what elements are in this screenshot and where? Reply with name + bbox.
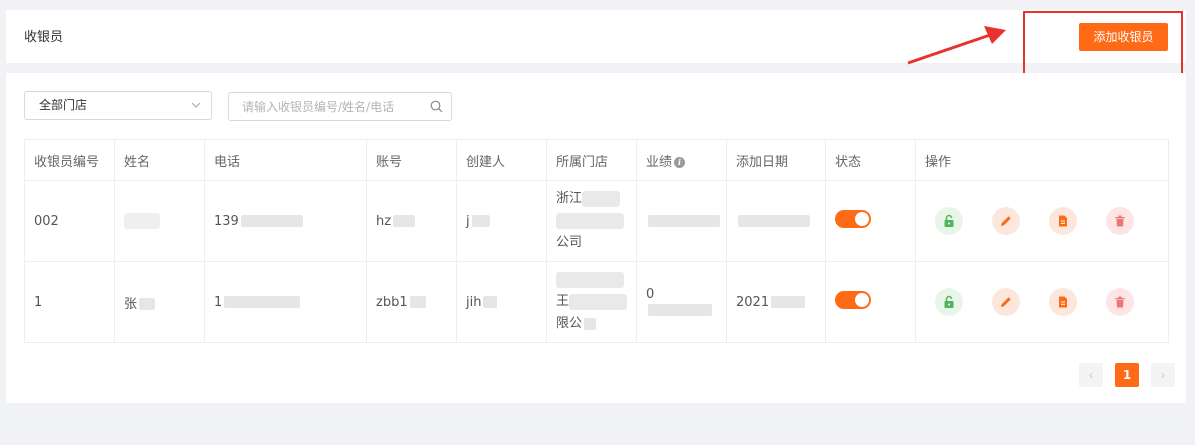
table-row: 1 张 1 zbb1 jih 王 限公 0 2021 bbox=[24, 261, 1169, 343]
store-text: 浙江 bbox=[556, 191, 583, 206]
redacted-mask bbox=[124, 213, 160, 229]
unlock-icon bbox=[944, 295, 954, 308]
creator-text: jih bbox=[466, 294, 482, 310]
document-icon bbox=[1059, 215, 1067, 227]
column-header: 账号 bbox=[366, 139, 457, 181]
cell-id: 002 bbox=[24, 180, 115, 262]
search-icon[interactable] bbox=[430, 100, 443, 113]
detail-button[interactable] bbox=[1049, 207, 1077, 235]
column-header: 添加日期 bbox=[726, 139, 826, 181]
phone-text: 1 bbox=[214, 294, 223, 310]
column-header: 状态 bbox=[825, 139, 916, 181]
cell-phone: 139 bbox=[204, 180, 367, 262]
pencil-icon bbox=[1001, 297, 1011, 307]
cell-name: 张 bbox=[114, 261, 205, 343]
store-filter-select[interactable]: 全部门店 bbox=[24, 91, 212, 120]
redacted-mask bbox=[556, 271, 624, 288]
trash-icon bbox=[1115, 296, 1125, 308]
redacted-mask bbox=[393, 215, 416, 227]
store-text: 公司 bbox=[556, 235, 583, 250]
column-header: 所属门店 bbox=[546, 139, 637, 181]
cell-actions bbox=[915, 261, 1169, 343]
column-header: 电话 bbox=[204, 139, 367, 181]
pagination-next-button[interactable]: › bbox=[1151, 363, 1175, 387]
creator-text: j bbox=[466, 213, 470, 229]
cell-creator: jih bbox=[456, 261, 547, 343]
document-icon bbox=[1059, 296, 1067, 308]
column-header: 操作 bbox=[915, 139, 1169, 181]
unlock-button[interactable] bbox=[935, 207, 963, 235]
cell-actions bbox=[915, 180, 1169, 262]
date-text: 2021 bbox=[736, 294, 770, 310]
redacted-mask bbox=[139, 298, 156, 310]
cell-store: 浙江 公司 bbox=[546, 180, 637, 262]
account-text: hz bbox=[376, 213, 392, 229]
store-filter-value: 全部门店 bbox=[39, 98, 88, 112]
cell-performance: 0 bbox=[636, 261, 727, 343]
name-text: 张 bbox=[124, 296, 138, 312]
redacted-mask bbox=[584, 317, 597, 330]
cell-account: hz bbox=[366, 180, 457, 262]
annotation-arrow bbox=[907, 26, 1006, 65]
cashier-table: 收银员编号 姓名 电话 账号 创建人 所属门店 业绩 i 添加日期 状态 操作 0… bbox=[24, 139, 1169, 343]
search-box bbox=[228, 92, 452, 121]
search-input[interactable] bbox=[229, 93, 424, 120]
table-header-row: 收银员编号 姓名 电话 账号 创建人 所属门店 业绩 i 添加日期 状态 操作 bbox=[24, 139, 1169, 181]
unlock-button[interactable] bbox=[935, 288, 963, 316]
column-header: 创建人 bbox=[456, 139, 547, 181]
column-header: 姓名 bbox=[114, 139, 205, 181]
redacted-mask bbox=[648, 303, 712, 316]
redacted-mask bbox=[240, 215, 303, 227]
redacted-mask bbox=[582, 190, 621, 207]
info-icon[interactable]: i bbox=[674, 156, 686, 168]
redacted-mask bbox=[771, 296, 806, 308]
redacted-mask bbox=[738, 215, 810, 227]
pagination-page-1[interactable]: 1 bbox=[1115, 363, 1139, 387]
status-toggle[interactable] bbox=[835, 210, 871, 228]
redacted-mask bbox=[556, 212, 624, 229]
trash-icon bbox=[1115, 215, 1125, 227]
cell-date: 2021 bbox=[726, 261, 826, 343]
store-text: 王 bbox=[556, 294, 570, 309]
cell-account: zbb1 bbox=[366, 261, 457, 343]
cell-phone: 1 bbox=[204, 261, 367, 343]
phone-text: 139 bbox=[214, 213, 239, 229]
cell-name bbox=[114, 180, 205, 262]
main-content: 全部门店 收银员编号 姓名 电话 账号 创建人 所属门店 业绩i bbox=[6, 73, 1186, 403]
unlock-icon bbox=[944, 214, 954, 227]
pagination-prev-button[interactable]: ‹ bbox=[1079, 363, 1103, 387]
account-text: zbb1 bbox=[376, 294, 408, 310]
redacted-mask bbox=[224, 296, 301, 308]
cell-status bbox=[825, 180, 916, 262]
cell-performance bbox=[636, 180, 727, 262]
table-row: 002 139 hz j 浙江 公司 bbox=[24, 180, 1169, 262]
edit-button[interactable] bbox=[992, 288, 1020, 316]
column-header: 业绩 bbox=[646, 154, 673, 170]
cell-creator: j bbox=[456, 180, 547, 262]
delete-button[interactable] bbox=[1106, 288, 1134, 316]
redacted-mask bbox=[471, 215, 490, 227]
pencil-icon bbox=[1001, 216, 1011, 226]
performance-text: 0 bbox=[646, 287, 655, 302]
store-text: 限公 bbox=[556, 316, 583, 331]
chevron-down-icon bbox=[191, 102, 201, 108]
column-header: 收银员编号 bbox=[24, 139, 115, 181]
column-header-performance: 业绩 i bbox=[636, 139, 727, 181]
delete-button[interactable] bbox=[1106, 207, 1134, 235]
detail-button[interactable] bbox=[1049, 288, 1077, 316]
cell-id: 1 bbox=[24, 261, 115, 343]
cell-date bbox=[726, 180, 826, 262]
redacted-mask bbox=[409, 296, 426, 308]
cell-status bbox=[825, 261, 916, 343]
status-toggle[interactable] bbox=[835, 291, 871, 309]
cell-store: 王 限公 bbox=[546, 261, 637, 343]
page-title: 收银员 bbox=[24, 30, 64, 45]
redacted-mask bbox=[483, 296, 498, 308]
redacted-mask bbox=[569, 293, 628, 310]
redacted-mask bbox=[648, 215, 720, 227]
edit-button[interactable] bbox=[992, 207, 1020, 235]
